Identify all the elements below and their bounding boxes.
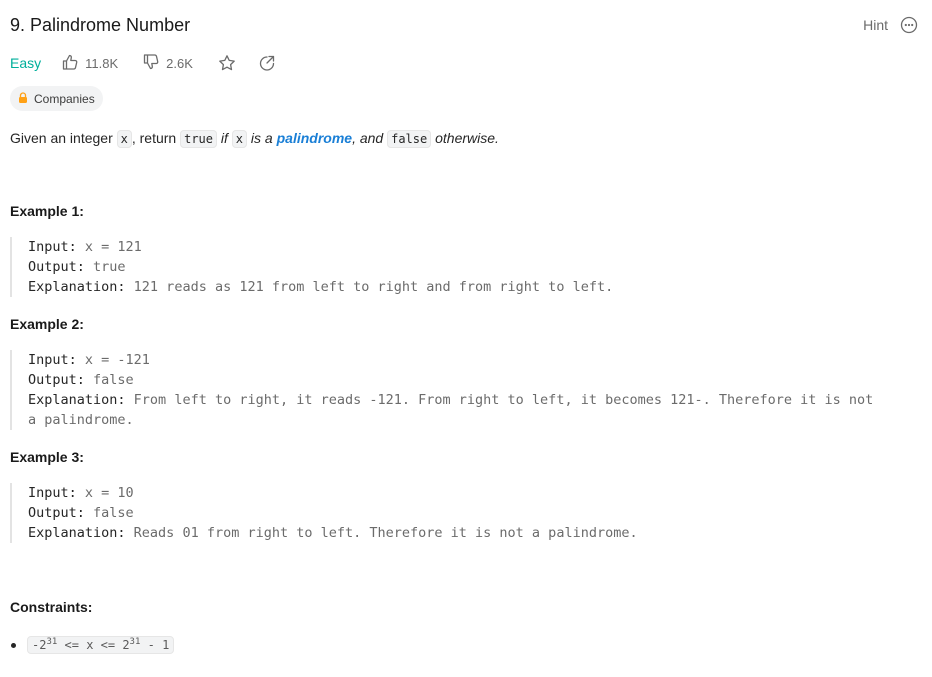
constraint-part: <= x <= 2: [57, 638, 130, 652]
bullet: [11, 642, 16, 648]
output-label: Output:: [28, 259, 85, 275]
constraint-item: -231 <= x <= 231 - 1: [10, 636, 175, 654]
meta-row: Easy 11.8K 2.6K: [10, 52, 297, 74]
explanation-value: From left to right, it reads -121. From …: [125, 392, 874, 408]
share-icon[interactable]: [257, 53, 277, 73]
example-output: Output: true: [28, 257, 922, 277]
dislike-count: 2.6K: [166, 55, 193, 71]
statement-text: , return: [131, 130, 181, 146]
explanation-label: Explanation:: [28, 392, 126, 408]
more-icon[interactable]: [900, 16, 918, 34]
example-explanation: Explanation: 121 reads as 121 from left …: [28, 277, 922, 297]
output-value: false: [84, 372, 134, 388]
palindrome-link[interactable]: palindrome: [277, 130, 352, 146]
explanation-label: Explanation:: [28, 279, 126, 295]
inline-code: false: [387, 130, 432, 148]
input-label: Input:: [28, 485, 77, 501]
statement-text: is a: [247, 130, 277, 146]
explanation-value: Reads 01 from right to left. Therefore i…: [125, 525, 638, 541]
constraint-code: -231 <= x <= 231 - 1: [27, 636, 175, 654]
constraint-part: -2: [32, 638, 47, 652]
example-input: Input: x = 10: [28, 483, 922, 503]
constraints-title: Constraints:: [10, 599, 93, 615]
example-output: Output: false: [28, 503, 922, 523]
difficulty-badge: Easy: [10, 55, 42, 71]
constraint-part: - 1: [140, 638, 170, 652]
input-label: Input:: [28, 239, 77, 255]
input-label: Input:: [28, 352, 77, 368]
explanation-label: Explanation:: [28, 525, 126, 541]
example-title: Example 3:: [10, 449, 84, 465]
example-input: Input: x = -121: [28, 350, 922, 370]
like-button[interactable]: 11.8K: [61, 53, 118, 74]
constraint-exponent: 31: [46, 637, 58, 647]
inline-code: x: [116, 130, 132, 148]
problem-statement: Given an integer x, return true if x is …: [10, 128, 499, 149]
example-block: Input: x = 10 Output: false Explanation:…: [10, 483, 922, 543]
output-label: Output:: [28, 505, 85, 521]
explanation-value: 121 reads as 121 from left to right and …: [125, 279, 614, 295]
statement-text: , and: [352, 130, 388, 146]
lock-icon: [18, 91, 28, 106]
inline-code: x: [231, 130, 248, 148]
example-explanation: Explanation: Reads 01 from right to left…: [28, 523, 922, 543]
output-value: false: [84, 505, 134, 521]
example-explanation-continued: a palindrome.: [28, 412, 134, 428]
output-label: Output:: [28, 372, 85, 388]
statement-text: if: [217, 130, 232, 146]
inline-code: true: [180, 130, 218, 148]
dislike-button[interactable]: 2.6K: [142, 53, 193, 74]
input-value: x = 121: [76, 239, 142, 255]
example-title: Example 1:: [10, 203, 84, 219]
like-count: 11.8K: [85, 55, 119, 71]
statement-text: otherwise.: [431, 130, 499, 146]
companies-label: Companies: [34, 91, 95, 106]
example-title: Example 2:: [10, 316, 84, 332]
example-block: Input: x = -121 Output: false Explanatio…: [10, 350, 922, 430]
example-explanation: Explanation: From left to right, it read…: [28, 390, 922, 410]
example-output: Output: false: [28, 370, 922, 390]
example-block: Input: x = 121 Output: true Explanation:…: [10, 237, 922, 297]
input-value: x = -121: [76, 352, 150, 368]
thumb-down-icon: [142, 53, 166, 74]
statement-text: Given an integer: [10, 130, 117, 146]
constraint-exponent: 31: [129, 637, 141, 647]
hint-button[interactable]: Hint: [863, 16, 888, 34]
example-input: Input: x = 121: [28, 237, 922, 257]
problem-title: 9. Palindrome Number: [10, 15, 191, 35]
companies-tag[interactable]: Companies: [10, 86, 103, 111]
star-icon[interactable]: [217, 53, 237, 73]
thumb-up-icon: [61, 53, 85, 74]
title-row: 9. Palindrome Number Hint: [10, 12, 922, 40]
input-value: x = 10: [76, 485, 134, 501]
output-value: true: [84, 259, 126, 275]
